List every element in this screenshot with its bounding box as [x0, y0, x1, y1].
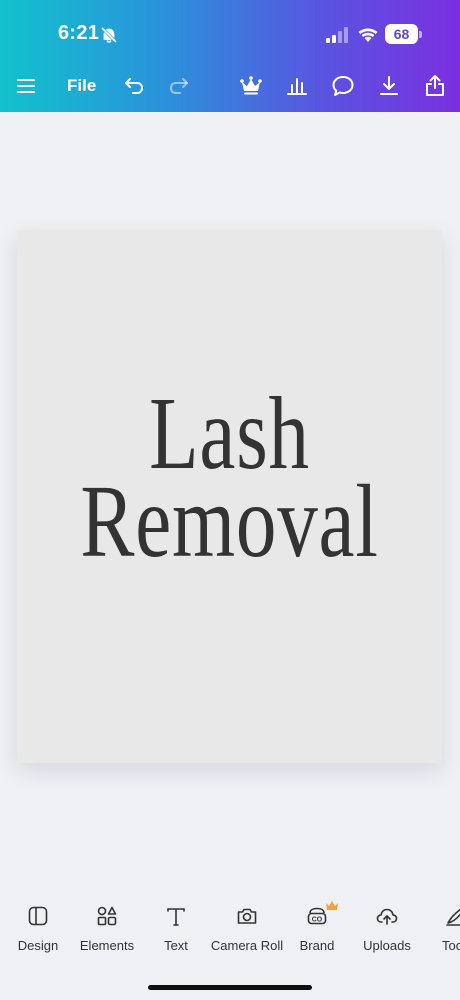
file-menu-button[interactable]: File [67, 76, 96, 96]
chart-icon[interactable] [283, 72, 311, 100]
design-text-block[interactable]: Lash Removal [17, 382, 442, 574]
comment-icon[interactable] [329, 72, 357, 100]
download-icon[interactable] [375, 72, 403, 100]
top-toolbar: 6:21 68 File [0, 0, 460, 112]
text-icon [164, 904, 188, 928]
tab-label: Brand [299, 938, 335, 953]
wifi-icon [357, 25, 379, 43]
share-icon[interactable] [421, 72, 449, 100]
bell-muted-icon [100, 26, 118, 44]
design-icon [26, 904, 50, 928]
premium-crown-icon [325, 898, 339, 910]
crown-icon[interactable] [237, 72, 265, 100]
design-canvas[interactable]: Lash Removal [17, 230, 442, 763]
home-indicator[interactable] [148, 985, 312, 990]
tab-text[interactable]: Text [150, 890, 202, 960]
redo-icon[interactable] [165, 72, 193, 100]
tab-label: Camera Roll [210, 938, 284, 953]
camera-icon [235, 904, 259, 928]
battery-cap [419, 31, 422, 38]
design-title-line-2[interactable]: Removal [64, 470, 396, 574]
tab-tools[interactable]: Too [432, 890, 460, 960]
tab-label: Uploads [363, 938, 411, 953]
tab-label: Text [164, 938, 188, 953]
tab-label: Design [17, 938, 59, 953]
tab-design[interactable]: Design [8, 890, 68, 960]
tab-label: Too [442, 938, 460, 953]
tab-brand[interactable]: CO Brand [292, 890, 342, 960]
svg-text:CO: CO [312, 917, 323, 924]
bottom-tab-bar: Design Elements Text Camera Roll CO Bran… [0, 890, 460, 1000]
battery-indicator: 68 [385, 24, 418, 44]
tab-elements[interactable]: Elements [72, 890, 142, 960]
upload-icon [375, 904, 399, 928]
elements-icon [95, 904, 119, 928]
tab-label: Elements [79, 938, 135, 953]
tab-uploads[interactable]: Uploads [356, 890, 418, 960]
menu-icon[interactable] [12, 72, 40, 100]
status-time: 6:21 [58, 22, 100, 44]
undo-icon[interactable] [120, 72, 148, 100]
tab-camera-roll[interactable]: Camera Roll [208, 890, 286, 960]
tools-icon [444, 904, 460, 928]
cellular-signal-icon [326, 27, 350, 43]
